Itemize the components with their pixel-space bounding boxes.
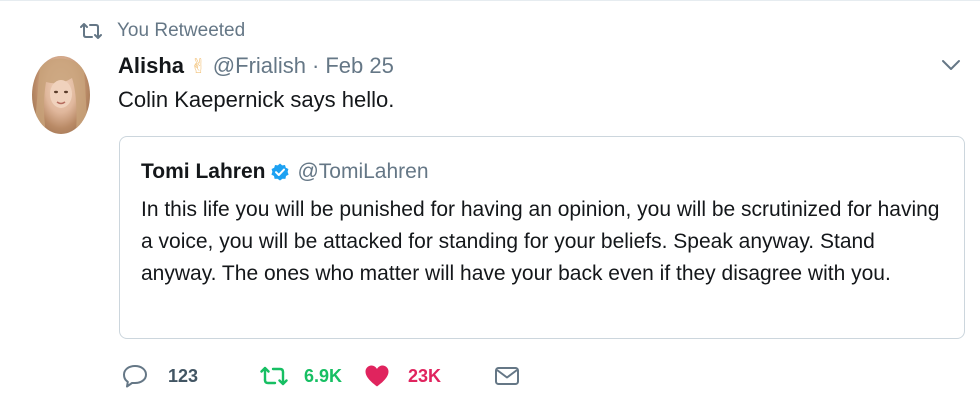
tweet-actions: 123 6.9K 23K: [122, 361, 520, 391]
reply-button[interactable]: 123: [122, 364, 260, 388]
tweet-header: Alisha ✌ @Frialish · Feb 25: [118, 51, 394, 81]
separator-dot: ·: [312, 53, 320, 78]
quoted-tweet-text: In this life you will be punished for ha…: [141, 198, 940, 285]
direct-message-button[interactable]: [494, 365, 520, 387]
victory-hand-emoji: ✌: [190, 55, 207, 78]
like-button[interactable]: 23K: [364, 364, 494, 388]
like-count: 23K: [408, 365, 442, 386]
tweet-card[interactable]: You Retweeted Alisha ✌ @Frialish · Feb 2…: [0, 0, 980, 403]
verified-badge-icon: [271, 163, 290, 181]
retweet-count: 6.9K: [304, 365, 343, 386]
reply-icon: [123, 365, 147, 388]
retweet-context: You Retweeted: [80, 19, 245, 43]
quoted-author-name: Tomi Lahren: [141, 160, 266, 183]
envelope-icon: [495, 367, 519, 385]
author-handle[interactable]: @Frialish: [213, 53, 306, 79]
quoted-author-handle: @TomiLahren: [297, 160, 429, 183]
heart-icon: [365, 365, 389, 387]
tweet-text: Colin Kaepernick says hello.: [118, 87, 395, 112]
quoted-tweet[interactable]: Tomi Lahren @TomiLahren In this life you…: [119, 136, 965, 339]
retweet-context-label: You Retweeted: [117, 20, 246, 41]
reply-count: 123: [168, 365, 199, 386]
author-name[interactable]: Alisha: [118, 53, 184, 79]
tweet-date[interactable]: Feb 25: [325, 53, 394, 79]
avatar[interactable]: [32, 56, 90, 134]
retweet-button[interactable]: 6.9K: [260, 365, 364, 387]
quoted-tweet-header: Tomi Lahren @TomiLahren: [141, 158, 429, 186]
retweet-icon: [260, 366, 288, 386]
chevron-down-icon[interactable]: [940, 57, 962, 73]
retweet-icon: [80, 22, 102, 40]
